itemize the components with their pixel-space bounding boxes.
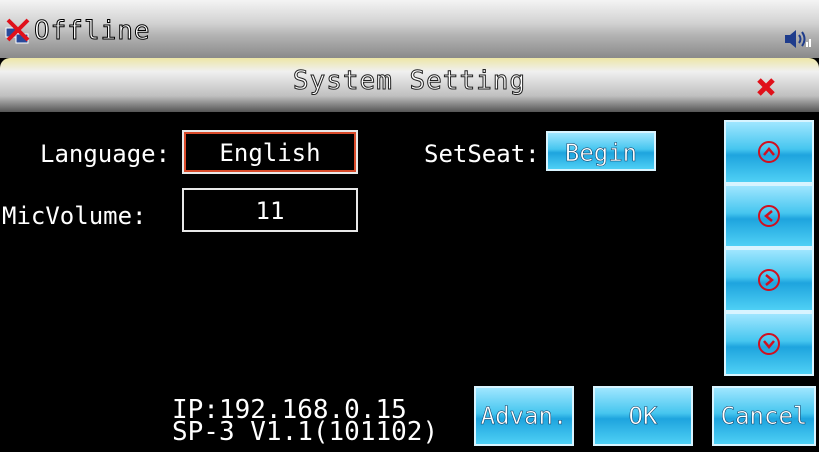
- status-bar: Offline: [0, 0, 819, 58]
- language-select[interactable]: English: [182, 130, 358, 174]
- advanced-button[interactable]: Advan.: [474, 386, 574, 446]
- network-offline-icon: [5, 18, 30, 44]
- nav-left-button[interactable]: [724, 184, 814, 248]
- nav-up-button[interactable]: [724, 120, 814, 184]
- ok-button[interactable]: OK: [593, 386, 693, 446]
- arrow-left-icon: [758, 205, 780, 227]
- micvolume-field[interactable]: 11: [182, 188, 358, 232]
- setseat-label: SetSeat:: [424, 140, 540, 168]
- connection-status: Offline: [34, 16, 151, 47]
- nav-right-button[interactable]: [724, 248, 814, 312]
- arrow-right-icon: [758, 269, 780, 291]
- speaker-icon[interactable]: [783, 28, 811, 50]
- arrow-up-icon: [758, 141, 780, 163]
- close-icon[interactable]: [753, 72, 781, 100]
- cancel-button[interactable]: Cancel: [712, 386, 816, 446]
- nav-down-button[interactable]: [724, 312, 814, 376]
- language-label: Language:: [40, 140, 171, 168]
- dialog-title: System Setting: [292, 66, 527, 97]
- micvolume-label: MicVolume:: [2, 202, 147, 230]
- firmware-version: SP-3 V1.1(101102): [172, 417, 439, 447]
- arrow-down-icon: [758, 333, 780, 355]
- dialog-title-bar: System Setting: [0, 58, 819, 112]
- setseat-begin-button[interactable]: Begin: [546, 131, 656, 171]
